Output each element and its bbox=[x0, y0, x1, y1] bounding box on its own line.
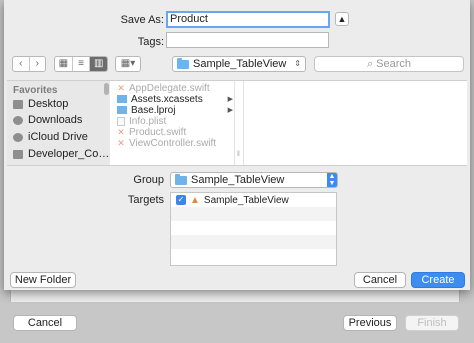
back-forward-control: ‹ › bbox=[12, 56, 46, 72]
sidebar-item-desktop[interactable]: Desktop bbox=[13, 97, 68, 111]
target-row-empty bbox=[171, 249, 336, 263]
swift-icon: ✕ bbox=[117, 137, 125, 148]
chevron-left-icon[interactable]: ‹ bbox=[13, 57, 30, 71]
disclosure-arrow-icon: ▶ bbox=[227, 107, 233, 114]
parent-previous-button[interactable]: Previous bbox=[343, 315, 397, 331]
file-column-empty: ‖ bbox=[236, 81, 244, 165]
list-view-icon[interactable]: ≡ bbox=[73, 57, 91, 71]
plist-icon bbox=[117, 116, 125, 126]
updown-chevron-icon: ⇕ bbox=[294, 59, 301, 68]
target-name: Sample_TableView bbox=[203, 194, 289, 206]
group-label: Group bbox=[133, 174, 164, 186]
file-column: ✕ AppDelegate.swift Assets.xcassets ▶ Ba… bbox=[113, 81, 235, 165]
search-field[interactable]: ⌕ Search bbox=[314, 56, 464, 72]
file-name: Assets.xcassets bbox=[131, 93, 203, 105]
file-name: ViewController.swift bbox=[129, 137, 217, 149]
file-name: AppDelegate.swift bbox=[129, 82, 210, 94]
parent-finish-button[interactable]: Finish bbox=[405, 315, 459, 331]
file-browser: Favorites Desktop Downloads iCloud Drive… bbox=[7, 80, 467, 166]
target-row-empty bbox=[171, 221, 336, 235]
desktop-icon bbox=[13, 99, 23, 109]
sidebar-item-label: Downloads bbox=[28, 114, 83, 126]
expand-button[interactable]: ▲ bbox=[335, 12, 349, 26]
column-resize-icon[interactable]: ‖ bbox=[237, 151, 240, 158]
new-folder-button[interactable]: New Folder bbox=[10, 272, 76, 288]
sidebar-item-label: Developer_Co… bbox=[28, 148, 110, 160]
options-area: Group Sample_TableView ▲ ▼ Targets ✓ ▲ Sa… bbox=[4, 168, 470, 290]
chevron-up-icon: ▲ bbox=[337, 14, 347, 24]
group-popup[interactable]: Sample_TableView ▲ ▼ bbox=[170, 172, 338, 188]
search-placeholder: Search bbox=[376, 58, 412, 70]
arrange-control[interactable]: ▦▾ bbox=[115, 56, 141, 72]
sidebar-item-developer[interactable]: Developer_Co… bbox=[13, 147, 109, 161]
grid-icon[interactable]: ▦▾ bbox=[116, 57, 140, 71]
checkbox-checked-icon[interactable]: ✓ bbox=[176, 195, 186, 205]
column-view-icon[interactable]: ▥ bbox=[90, 57, 107, 71]
group-value: Sample_TableView bbox=[191, 174, 285, 186]
folder-icon bbox=[175, 173, 187, 185]
sidebar: Favorites Desktop Downloads iCloud Drive… bbox=[7, 81, 110, 165]
updown-chevron-icon: ▲ ▼ bbox=[327, 173, 337, 187]
sidebar-heading: Favorites bbox=[13, 85, 58, 96]
create-button[interactable]: Create bbox=[411, 272, 465, 288]
app-target-icon: ▲ bbox=[190, 194, 200, 206]
save-sheet: Save As: Product ▲ Tags: ‹ › ▦ ≡ ▥ ▦▾ Sa… bbox=[4, 0, 470, 290]
target-row-empty bbox=[171, 235, 336, 249]
folder-icon bbox=[117, 95, 127, 103]
file-name: Product.swift bbox=[129, 126, 187, 138]
cloud-icon bbox=[13, 132, 23, 142]
tags-label: Tags: bbox=[137, 36, 164, 48]
target-row[interactable]: ✓ ▲ Sample_TableView bbox=[171, 193, 336, 207]
tags-field[interactable] bbox=[166, 32, 329, 48]
view-mode-control: ▦ ≡ ▥ bbox=[54, 56, 108, 72]
targets-list: ✓ ▲ Sample_TableView bbox=[170, 192, 337, 266]
swift-icon: ✕ bbox=[117, 126, 125, 137]
file-name: Base.lproj bbox=[131, 104, 176, 116]
cancel-button[interactable]: Cancel bbox=[354, 272, 406, 288]
save-as-label: Save As: bbox=[120, 14, 164, 26]
downloads-icon bbox=[13, 115, 23, 125]
sheet-header: Save As: Product ▲ Tags: ‹ › ▦ ≡ ▥ ▦▾ Sa… bbox=[4, 0, 470, 168]
sidebar-item-label: Desktop bbox=[28, 98, 69, 110]
search-icon: ⌕ bbox=[366, 58, 374, 70]
icon-view-icon[interactable]: ▦ bbox=[55, 57, 73, 71]
folder-icon bbox=[117, 106, 127, 114]
targets-label: Targets bbox=[127, 194, 164, 206]
file-row[interactable]: ✕ ViewController.swift bbox=[117, 137, 233, 149]
sidebar-scrollbar[interactable] bbox=[104, 83, 109, 95]
folder-icon bbox=[13, 149, 23, 159]
parent-cancel-button[interactable]: Cancel bbox=[13, 315, 77, 331]
sidebar-item-icloud[interactable]: iCloud Drive bbox=[13, 130, 88, 144]
sidebar-item-downloads[interactable]: Downloads bbox=[13, 113, 82, 127]
location-popup[interactable]: Sample_TableView ⇕ bbox=[172, 56, 306, 72]
sidebar-item-label: iCloud Drive bbox=[28, 131, 88, 143]
chevron-right-icon[interactable]: › bbox=[30, 57, 46, 71]
folder-icon bbox=[177, 57, 189, 69]
disclosure-arrow-icon: ▶ bbox=[227, 96, 233, 103]
target-row-empty bbox=[171, 207, 336, 221]
swift-icon: ✕ bbox=[117, 82, 125, 93]
file-name: Info.plist bbox=[129, 115, 167, 127]
save-as-field[interactable]: Product bbox=[166, 11, 330, 28]
location-label: Sample_TableView bbox=[193, 58, 287, 70]
